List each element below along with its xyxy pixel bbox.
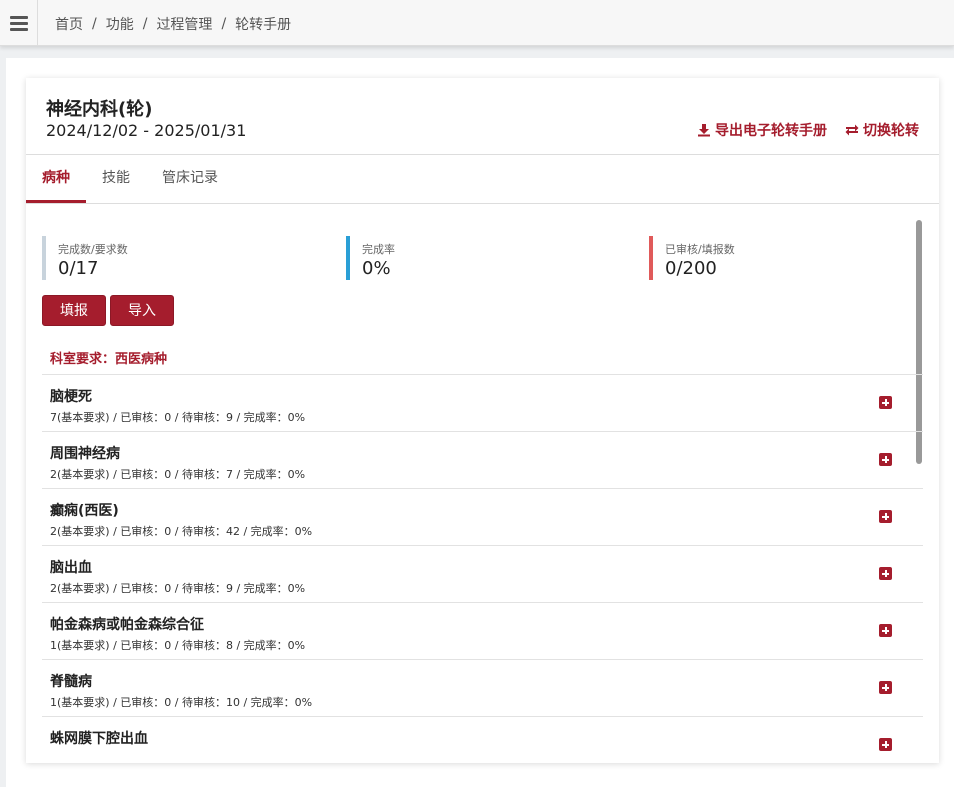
- menu-icon[interactable]: [0, 0, 38, 46]
- list-item: 蛛网膜下腔出血: [42, 716, 923, 763]
- disease-name: 周围神经病: [50, 446, 120, 462]
- download-icon: [698, 124, 710, 137]
- disease-name: 癫痫(西医): [50, 503, 119, 519]
- disease-meta: 1(基本要求) / 已审核：0 / 待审核：10 / 完成率：0%: [50, 696, 313, 709]
- exchange-icon: [845, 124, 859, 136]
- plus-square-icon[interactable]: [879, 624, 892, 637]
- stat-rate: 完成率 0%: [346, 236, 395, 280]
- fill-report-button[interactable]: 填报: [42, 295, 106, 326]
- plus-square-icon[interactable]: [879, 567, 892, 580]
- disease-name: 脑出血: [50, 560, 92, 576]
- list-item: 脑梗死 7(基本要求) / 已审核：0 / 待审核：9 / 完成率：0%: [42, 374, 923, 431]
- disease-name: 帕金森病或帕金森综合征: [50, 617, 204, 633]
- list-item: 周围神经病 2(基本要求) / 已审核：0 / 待审核：7 / 完成率：0%: [42, 431, 923, 488]
- list-item: 脑出血 2(基本要求) / 已审核：0 / 待审核：9 / 完成率：0%: [42, 545, 923, 602]
- stat-completed-value: 0/17: [58, 258, 99, 279]
- tab-diseases[interactable]: 病种: [26, 155, 86, 203]
- switch-rotation-button[interactable]: 切换轮转: [845, 120, 919, 140]
- disease-meta: 2(基本要求) / 已审核：0 / 待审核：7 / 完成率：0%: [50, 468, 306, 481]
- list-item: 癫痫(西医) 2(基本要求) / 已审核：0 / 待审核：42 / 完成率：0%: [42, 488, 923, 545]
- rotation-card: 神经内科(轮) 2024/12/02 - 2025/01/31 导出电子轮转手册…: [26, 78, 939, 763]
- breadcrumb-current: 轮转手册: [235, 17, 292, 33]
- plus-square-icon[interactable]: [879, 738, 892, 751]
- tab-bed-records[interactable]: 管床记录: [146, 155, 234, 203]
- plus-square-icon[interactable]: [879, 510, 892, 523]
- plus-square-icon[interactable]: [879, 453, 892, 466]
- import-button[interactable]: 导入: [110, 295, 174, 326]
- disease-meta: 7(基本要求) / 已审核：0 / 待审核：9 / 完成率：0%: [50, 411, 306, 424]
- breadcrumb-home[interactable]: 首页: [55, 14, 83, 34]
- disease-meta: 2(基本要求) / 已审核：0 / 待审核：42 / 完成率：0%: [50, 525, 313, 538]
- plus-square-icon[interactable]: [879, 396, 892, 409]
- card-header: 神经内科(轮) 2024/12/02 - 2025/01/31 导出电子轮转手册…: [26, 78, 939, 155]
- stat-reviewed-value: 0/200: [665, 258, 717, 279]
- stat-completed: 完成数/要求数 0/17: [42, 236, 128, 280]
- tab-bar: 病种 技能 管床记录: [26, 155, 939, 204]
- disease-name: 脑梗死: [50, 389, 92, 405]
- stat-rate-label: 完成率: [362, 243, 395, 256]
- list-item: 帕金森病或帕金森综合征 1(基本要求) / 已审核：0 / 待审核：8 / 完成…: [42, 602, 923, 659]
- date-range: 2024/12/02 - 2025/01/31: [46, 121, 247, 140]
- switch-label: 切换轮转: [863, 123, 919, 139]
- tab-skills[interactable]: 技能: [86, 155, 146, 203]
- requirement-title: 科室要求：西医病种: [50, 352, 168, 367]
- export-label: 导出电子轮转手册: [715, 123, 827, 139]
- stat-rate-value: 0%: [362, 258, 391, 279]
- disease-meta: 1(基本要求) / 已审核：0 / 待审核：8 / 完成率：0%: [50, 639, 306, 652]
- disease-meta: 2(基本要求) / 已审核：0 / 待审核：9 / 完成率：0%: [50, 582, 306, 595]
- stats-row: 完成数/要求数 0/17 完成率 0% 已审核/填报数 0/200: [42, 236, 922, 280]
- breadcrumb-function[interactable]: 功能: [106, 14, 134, 34]
- top-bar: 首页 / 功能 / 过程管理 / 轮转手册: [0, 0, 954, 46]
- stat-completed-label: 完成数/要求数: [58, 243, 128, 256]
- plus-square-icon[interactable]: [879, 681, 892, 694]
- disease-list: 脑梗死 7(基本要求) / 已审核：0 / 待审核：9 / 完成率：0% 周围神…: [42, 374, 923, 763]
- disease-name: 脊髓病: [50, 674, 92, 690]
- breadcrumb: 首页 / 功能 / 过程管理 / 轮转手册: [55, 14, 292, 34]
- department-title: 神经内科(轮): [46, 99, 153, 120]
- list-item: 脊髓病 1(基本要求) / 已审核：0 / 待审核：10 / 完成率：0%: [42, 659, 923, 716]
- stat-reviewed-label: 已审核/填报数: [665, 243, 735, 256]
- breadcrumb-process[interactable]: 过程管理: [156, 14, 212, 34]
- stat-reviewed: 已审核/填报数 0/200: [649, 236, 735, 280]
- export-handbook-button[interactable]: 导出电子轮转手册: [697, 120, 827, 140]
- disease-name: 蛛网膜下腔出血: [50, 731, 148, 747]
- tab-content: 完成数/要求数 0/17 完成率 0% 已审核/填报数 0/200 填报 导入 …: [26, 204, 939, 763]
